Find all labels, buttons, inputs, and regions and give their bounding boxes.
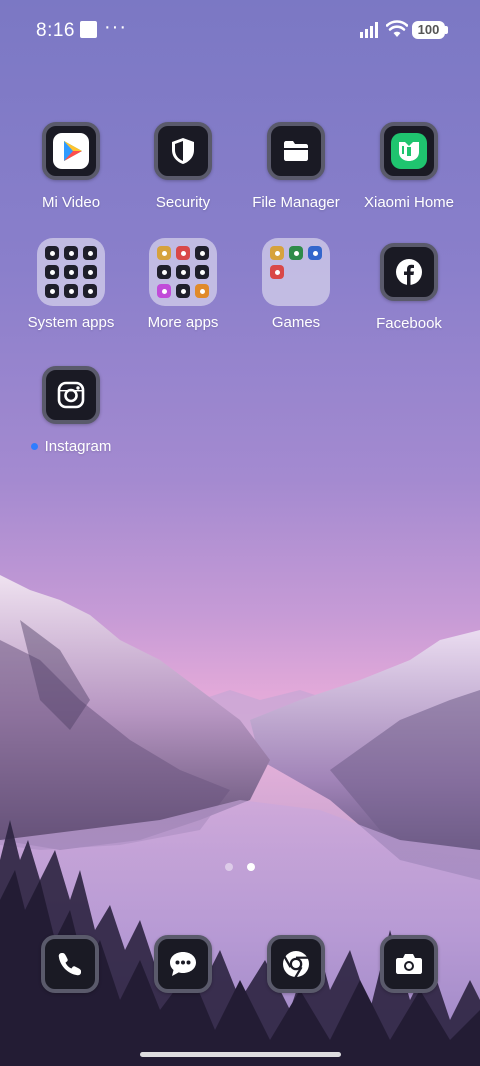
app-label: Instagram [44, 438, 112, 455]
app-xiaomi-home[interactable]: Xiaomi Home [349, 122, 469, 211]
app-facebook[interactable]: Facebook [349, 243, 469, 332]
xiaomi-home-icon [380, 122, 438, 180]
app-file-manager[interactable]: File Manager [236, 122, 356, 211]
home-gesture-bar[interactable] [140, 1052, 341, 1057]
dock-chrome[interactable] [267, 935, 325, 993]
battery-tip [445, 26, 448, 34]
app-mi-video[interactable]: Mi Video [11, 122, 131, 211]
camera-icon [380, 935, 438, 993]
app-label: Xiaomi Home [363, 194, 455, 211]
instagram-icon [42, 366, 100, 424]
dock-phone[interactable] [41, 935, 99, 993]
app-label: Facebook [376, 315, 442, 332]
signal-icon [360, 22, 378, 38]
battery-indicator: 100 [412, 21, 445, 39]
dock-messages[interactable] [154, 935, 212, 993]
wifi-icon [386, 20, 408, 37]
mi-video-icon [42, 122, 100, 180]
app-label: System apps [27, 314, 115, 331]
page-dot-1[interactable] [225, 863, 233, 871]
page-dot-2[interactable] [247, 863, 255, 871]
notification-icon [80, 21, 97, 38]
folder-icon [37, 238, 105, 306]
facebook-icon [380, 243, 438, 301]
new-app-badge [30, 442, 38, 450]
app-security[interactable]: Security [123, 122, 243, 211]
folder-games[interactable]: Games [236, 238, 356, 331]
app-label-row: Instagram [11, 438, 131, 455]
shield-icon [154, 122, 212, 180]
folder-icon [262, 238, 330, 306]
chrome-icon [267, 935, 325, 993]
more-notifications-icon: ··· [104, 16, 127, 38]
dock-camera[interactable] [380, 935, 438, 993]
folder-icon [149, 238, 217, 306]
phone-icon [41, 935, 99, 993]
app-label: More apps [147, 314, 219, 331]
status-bar: 8:16 ··· 100 [0, 0, 480, 60]
page-indicator [0, 863, 480, 871]
message-icon [154, 935, 212, 993]
folder-more-apps[interactable]: More apps [123, 238, 243, 331]
app-instagram[interactable]: Instagram [11, 366, 131, 455]
app-label: File Manager [252, 194, 340, 211]
clock: 8:16 [36, 20, 75, 41]
app-label: Security [155, 194, 211, 211]
folder-system-apps[interactable]: System apps [11, 238, 131, 331]
app-label: Mi Video [41, 194, 101, 211]
folder-icon [267, 122, 325, 180]
app-label: Games [271, 314, 321, 331]
